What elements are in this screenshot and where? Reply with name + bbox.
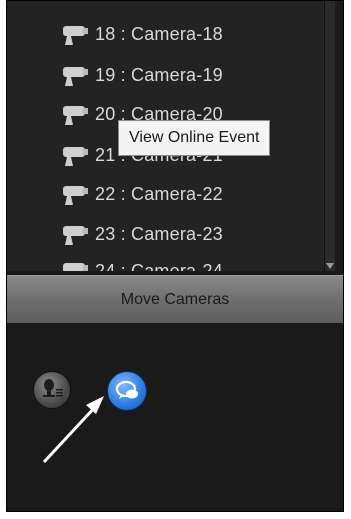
camera-label: 18 : Camera-18: [95, 23, 223, 44]
tooltip-text: View Online Event: [129, 129, 260, 146]
camera-icon: [55, 62, 91, 88]
camera-label: 22 : Camera-22: [95, 183, 223, 204]
microphone-list-icon: [43, 379, 63, 397]
camera-list-item[interactable]: 19 : Camera-19: [55, 62, 223, 88]
camera-icon: [55, 101, 91, 127]
camera-list-item[interactable]: 18 : Camera-18: [55, 21, 223, 47]
camera-icon: [55, 21, 91, 47]
camera-list-item[interactable]: 23 : Camera-23: [55, 221, 223, 247]
tooltip: View Online Event: [118, 120, 271, 156]
view-online-event-button[interactable]: [107, 371, 147, 411]
camera-icon: [55, 181, 91, 207]
move-cameras-label: Move Cameras: [120, 291, 230, 308]
scroll-down-arrow-icon[interactable]: [326, 263, 334, 269]
camera-panel: 18 : Camera-18 19 : Camera-19 20 : Camer…: [6, 0, 344, 512]
camera-list-item[interactable]: 22 : Camera-22: [55, 181, 223, 207]
camera-label: 19 : Camera-19: [95, 64, 223, 85]
camera-label: 23 : Camera-23: [95, 223, 223, 244]
camera-icon: [55, 142, 91, 168]
camera-icon: [55, 258, 91, 271]
camera-icon: [55, 221, 91, 247]
camera-list-scrollbar[interactable]: [324, 1, 335, 271]
chat-bubble-icon: [115, 380, 138, 399]
toolbar-area: [7, 323, 343, 511]
camera-list-item[interactable]: 24 : Camera-24: [55, 258, 223, 271]
move-cameras-button[interactable]: Move Cameras: [7, 275, 343, 325]
microphone-button[interactable]: [33, 371, 71, 409]
camera-label: 24 : Camera-24: [95, 260, 223, 272]
